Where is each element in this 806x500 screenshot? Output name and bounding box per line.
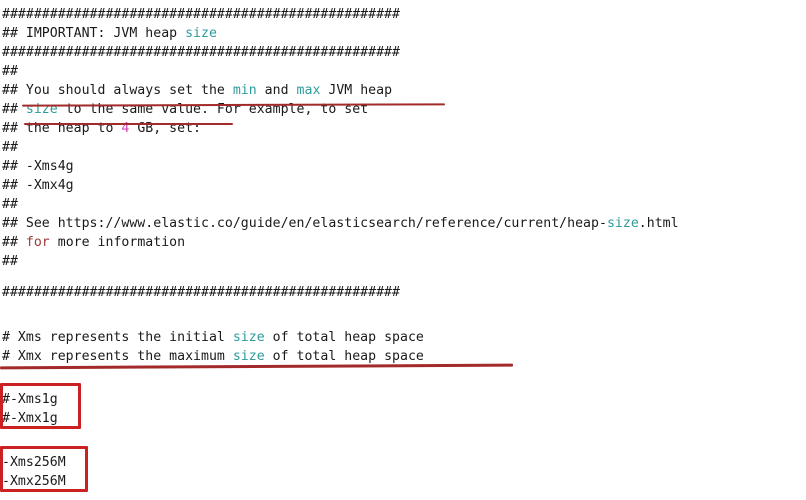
token-size: size xyxy=(232,349,265,364)
code-line-advice-1: ## You should always set the min and max… xyxy=(2,81,392,100)
code-line-doc-more-info: ## for more information xyxy=(2,233,185,252)
comment-text: #-Xms1g xyxy=(2,392,58,407)
comment-text: of total heap space xyxy=(264,330,424,345)
code-line-blank-comment-2: ## xyxy=(2,138,18,157)
comment-text: ## xyxy=(2,235,26,250)
token-size: size xyxy=(232,330,265,345)
code-line-advice-3: ## the heap to 4 GB, set: xyxy=(2,119,201,138)
code-line-commented-xmx1g: #-Xmx1g xyxy=(2,409,58,428)
text-editor-canvas[interactable]: ########################################… xyxy=(0,0,806,500)
comment-text: ## xyxy=(2,254,18,269)
code-line-blank-comment-4: ## xyxy=(2,252,18,271)
setting-text: -Xmx256M xyxy=(2,474,66,489)
comment-text: ## IMPORTANT: JVM heap xyxy=(2,26,186,41)
comment-text: # Xms represents the initial xyxy=(2,330,233,345)
code-line-commented-xms1g: #-Xms1g xyxy=(2,390,58,409)
code-line-blank-comment-1: ## xyxy=(2,62,18,81)
code-line-example-xms4g: ## -Xms4g xyxy=(2,157,74,176)
code-line-hash-banner-bottom: ########################################… xyxy=(2,43,400,62)
comment-url-text: ## See https://www.elastic.co/guide/en/e… xyxy=(2,216,607,231)
comment-text: ## You should always set the xyxy=(2,83,233,98)
comment-text: JVM heap xyxy=(320,83,393,98)
comment-text: of total heap space xyxy=(264,349,424,364)
code-line-blank-comment-3: ## xyxy=(2,195,18,214)
code-line-hash-banner-top: ########################################… xyxy=(2,5,400,24)
comment-text: ## -Xms4g xyxy=(2,159,74,174)
hash-rule: ########################################… xyxy=(2,285,400,300)
code-line-doc-url: ## See https://www.elastic.co/guide/en/e… xyxy=(2,214,679,233)
token-max: max xyxy=(296,83,321,98)
token-for: for xyxy=(25,235,50,250)
comment-text: ## xyxy=(2,140,18,155)
code-line-example-xmx4g: ## -Xmx4g xyxy=(2,176,74,195)
hash-rule: ########################################… xyxy=(2,7,400,22)
comment-text: #-Xmx1g xyxy=(2,411,58,426)
setting-text: -Xms256M xyxy=(2,455,66,470)
token-size: size xyxy=(606,216,639,231)
comment-text: and xyxy=(256,83,297,98)
code-line-hash-banner-footer: ########################################… xyxy=(2,283,400,302)
token-min: min xyxy=(232,83,257,98)
comment-url-text: .html xyxy=(638,216,679,231)
token-size: size xyxy=(185,26,217,41)
hash-rule: ########################################… xyxy=(2,45,400,60)
comment-text: ## xyxy=(2,64,18,79)
comment-text: more information xyxy=(49,235,186,250)
comment-text: # Xmx represents the maximum xyxy=(2,349,233,364)
code-line-active-xms256m: -Xms256M xyxy=(2,453,66,472)
comment-text: ## xyxy=(2,197,18,212)
code-line-xmx-explain: # Xmx represents the maximum size of tot… xyxy=(2,347,424,366)
code-line-active-xmx256m: -Xmx256M xyxy=(2,472,66,491)
comment-text: ## -Xmx4g xyxy=(2,178,74,193)
code-line-xms-explain: # Xms represents the initial size of tot… xyxy=(2,328,424,347)
annotation-underline-advice-line-2 xyxy=(24,123,233,125)
code-line-important-title: ## IMPORTANT: JVM heap size xyxy=(2,24,217,43)
